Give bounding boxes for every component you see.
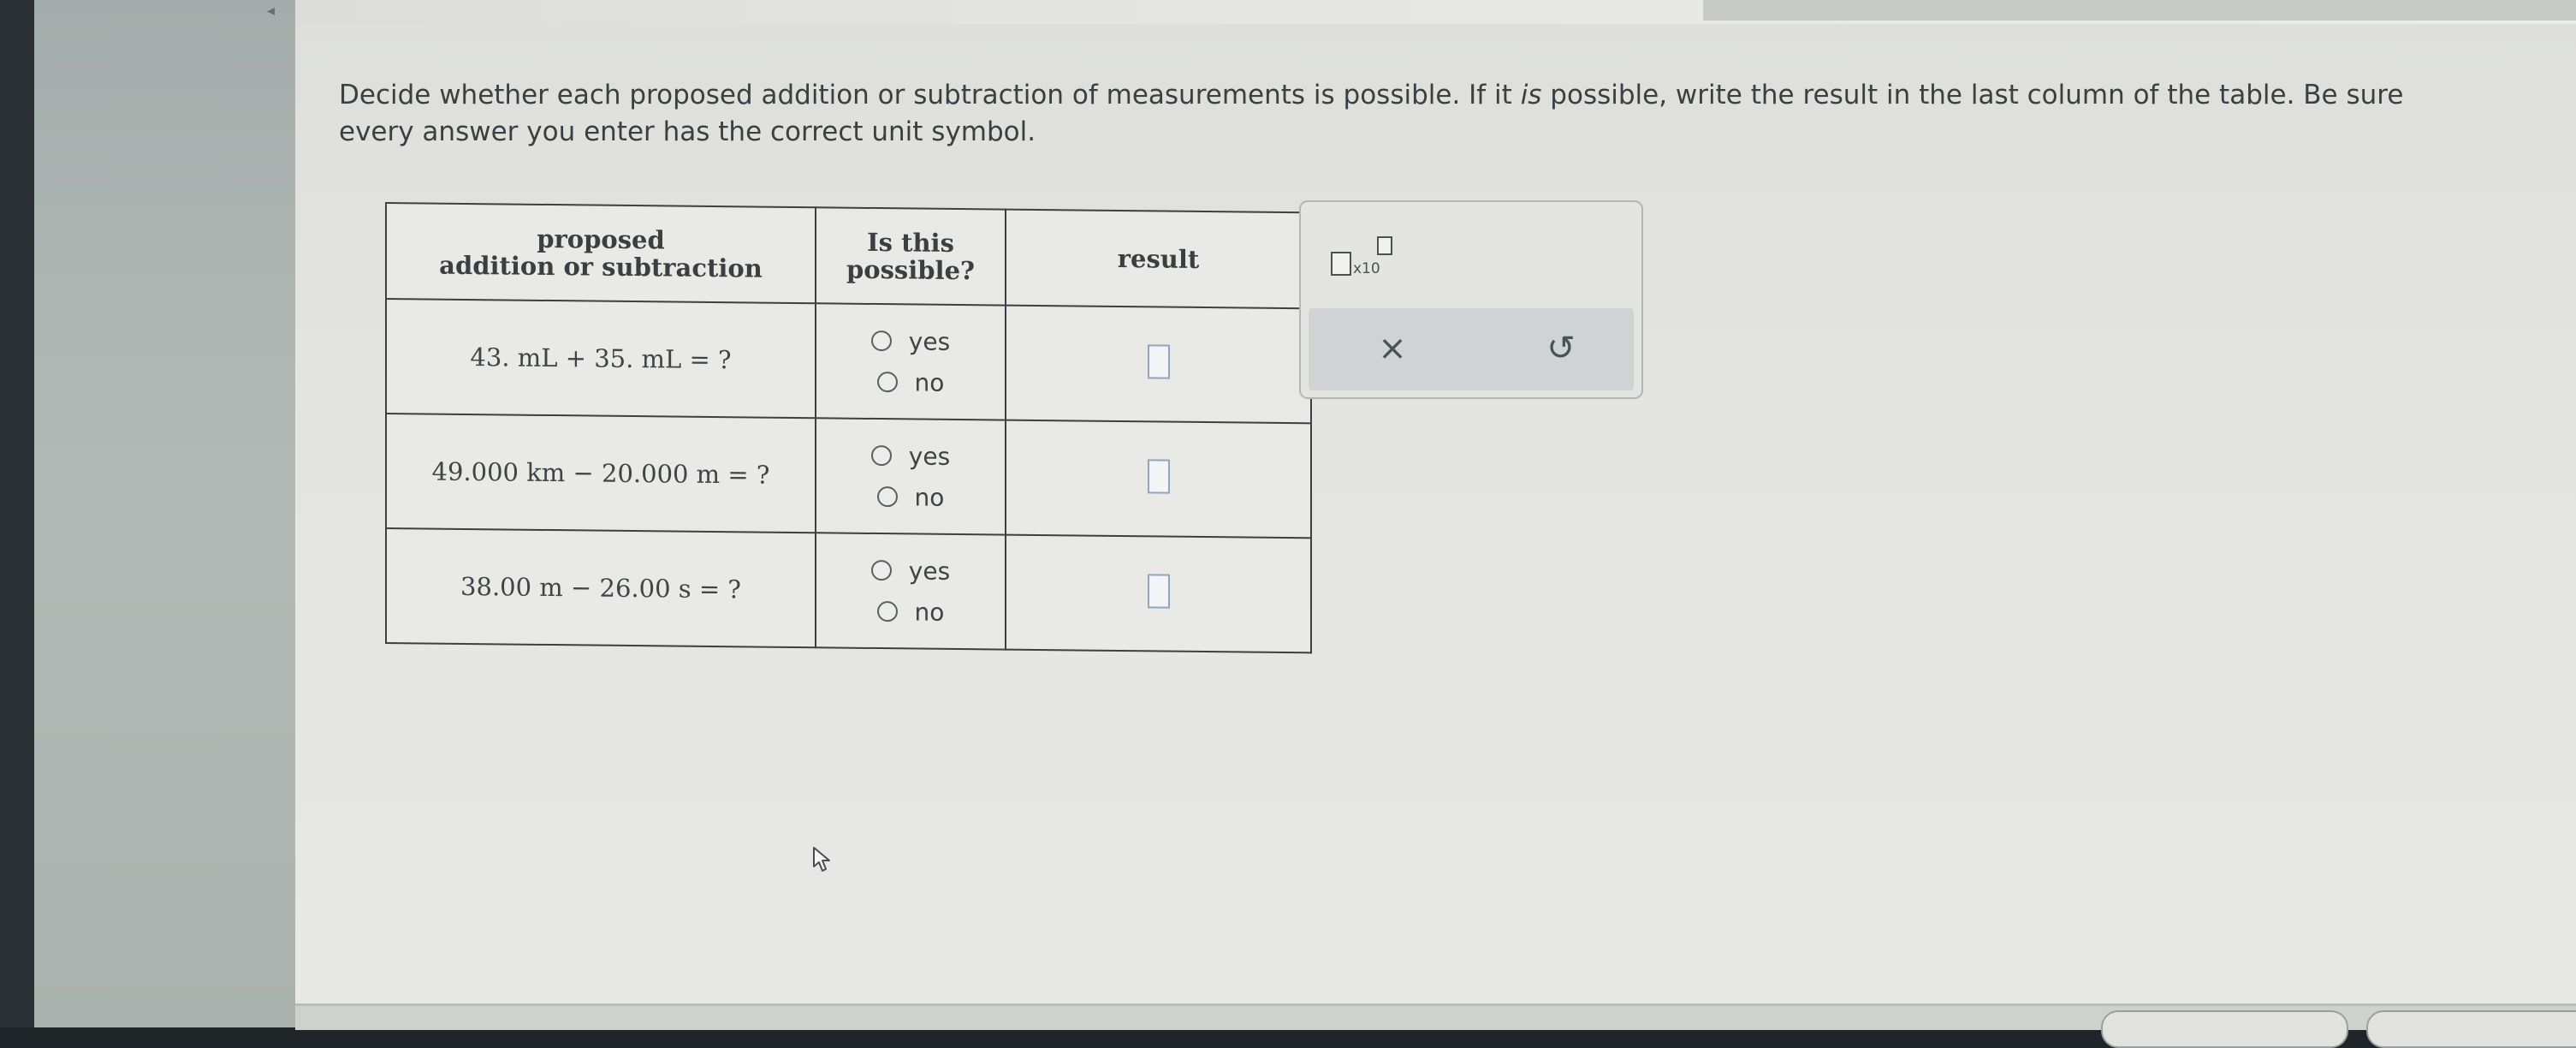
close-icon[interactable]: × — [1371, 327, 1414, 370]
possible-cell: yes no — [816, 303, 1006, 420]
option-no-label: no — [914, 482, 945, 512]
left-edge-background — [34, 0, 295, 1027]
screen: ◂ Decide whether each proposed addition … — [0, 0, 2576, 1048]
expression-text: 43. mL + 35. mL = ? — [470, 342, 732, 375]
header-proposed-line2: addition or subtraction — [439, 250, 763, 283]
header-possible-line2: possible? — [846, 254, 976, 286]
result-cell — [1006, 305, 1311, 424]
possible-cell: yes no — [816, 418, 1006, 535]
measurements-table: proposed addition or subtraction Is this… — [385, 202, 1312, 654]
bottom-button-left[interactable] — [2101, 1010, 2348, 1048]
collapse-arrow-icon[interactable]: ◂ — [267, 2, 275, 20]
header-proposed: proposed addition or subtraction — [386, 203, 816, 304]
radio-button[interactable] — [870, 444, 892, 467]
radio-button[interactable] — [876, 486, 898, 508]
expression-text: 38.00 m − 26.00 s = ? — [460, 571, 741, 604]
bottom-button-right[interactable] — [2366, 1010, 2576, 1048]
x10-label: x10 — [1353, 260, 1380, 277]
undo-icon[interactable]: ↺ — [1540, 327, 1582, 370]
table-header-row: proposed addition or subtraction Is this… — [386, 203, 1311, 309]
radio-button[interactable] — [876, 372, 898, 393]
expression-cell: 43. mL + 35. mL = ? — [386, 299, 816, 419]
expression-cell: 49.000 km − 20.000 m = ? — [386, 414, 816, 533]
header-possible-line1: Is this — [867, 227, 954, 258]
option-yes[interactable]: yes — [817, 434, 1004, 477]
header-result: result — [1006, 209, 1311, 309]
mouse-cursor-icon — [813, 847, 830, 872]
table-row: 38.00 m − 26.00 s = ? yes no — [386, 528, 1311, 653]
base-box-icon — [1331, 252, 1351, 276]
scientific-notation-button[interactable]: x10 — [1331, 236, 1399, 279]
option-no[interactable]: no — [817, 590, 1004, 633]
option-no-label: no — [914, 367, 945, 397]
expression-text: 49.000 km − 20.000 m = ? — [431, 456, 770, 490]
possible-cell: yes no — [816, 533, 1006, 650]
option-no[interactable]: no — [817, 360, 1004, 403]
option-no[interactable]: no — [817, 475, 1004, 518]
instructions-emphasis: is — [1520, 80, 1542, 110]
table-row: 43. mL + 35. mL = ? yes no — [386, 299, 1311, 424]
option-yes[interactable]: yes — [817, 319, 1004, 362]
exponent-box-icon — [1377, 236, 1392, 255]
instructions-part1: Decide whether each proposed addition or… — [339, 80, 1521, 110]
tool-actions-bar: × ↺ — [1309, 308, 1634, 390]
radio-button[interactable] — [876, 601, 898, 622]
top-strip — [1703, 0, 2576, 21]
result-input[interactable] — [1147, 343, 1170, 379]
expression-cell: 38.00 m − 26.00 s = ? — [386, 528, 816, 648]
radio-button[interactable] — [870, 559, 892, 581]
header-possible: Is this possible? — [816, 207, 1006, 306]
option-no-label: no — [914, 597, 945, 627]
result-input[interactable] — [1147, 458, 1170, 494]
table-row: 49.000 km − 20.000 m = ? yes no — [386, 414, 1311, 539]
option-yes[interactable]: yes — [817, 549, 1004, 592]
result-input[interactable] — [1147, 573, 1170, 609]
result-cell — [1006, 534, 1311, 653]
option-yes-label: yes — [908, 326, 951, 356]
instructions: Decide whether each proposed addition or… — [339, 77, 2478, 151]
result-cell — [1006, 420, 1311, 539]
math-tool-panel: x10 × ↺ — [1299, 200, 1643, 399]
radio-button[interactable] — [870, 330, 892, 352]
option-yes-label: yes — [908, 556, 951, 586]
option-yes-label: yes — [908, 441, 951, 471]
